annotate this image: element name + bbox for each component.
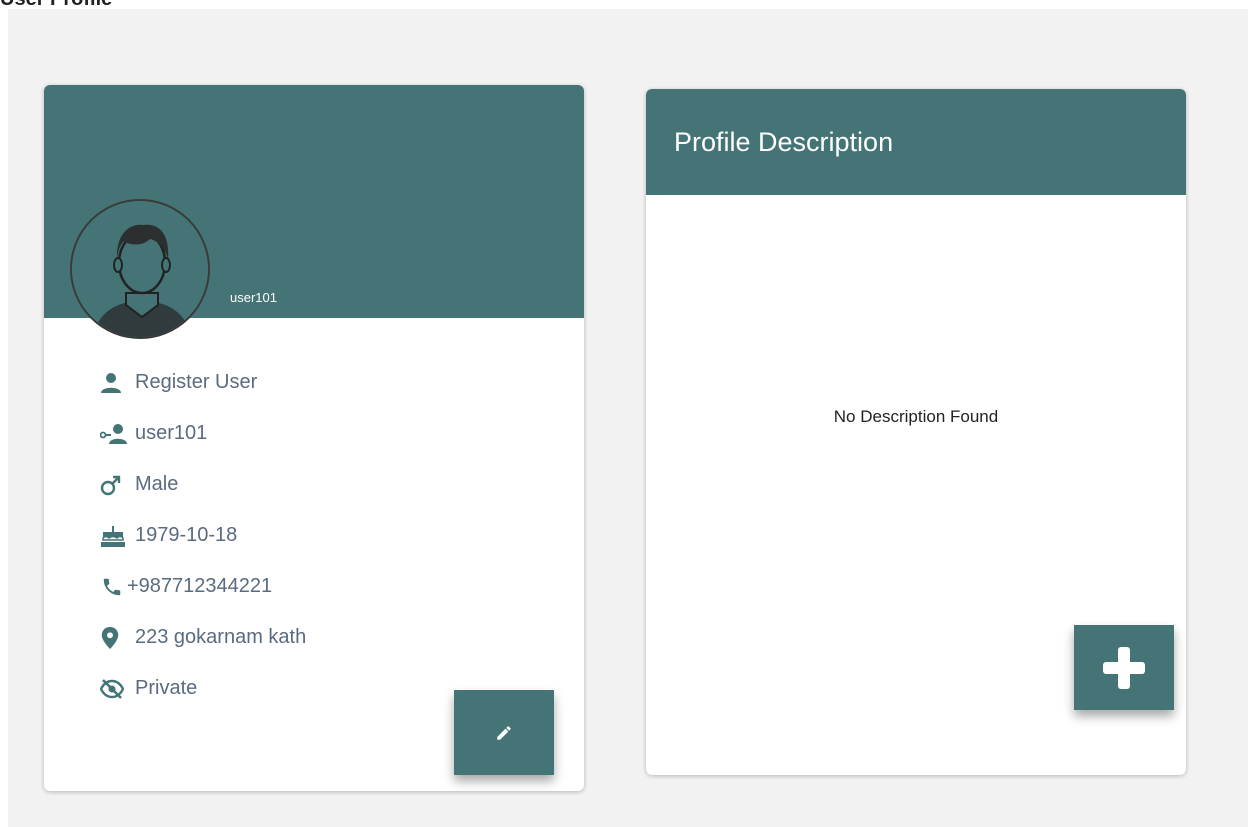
info-item-birthdate: 1979-10-18 [100, 510, 306, 561]
info-item-address: 223 gokarnam kath [100, 612, 306, 663]
info-item-username: user101 [100, 408, 306, 459]
avatar [70, 199, 210, 339]
cake-icon [100, 524, 130, 548]
description-header: Profile Description [646, 89, 1186, 195]
description-card: Profile Description No Description Found [646, 89, 1186, 775]
info-item-label: user101 [135, 422, 208, 444]
profile-card: user101 Register User user101 Male 1979-… [44, 85, 584, 791]
description-title: Profile Description [674, 127, 894, 157]
info-item-label: Private [135, 677, 198, 699]
info-item-gender: Male [100, 459, 306, 510]
info-item-label: Register User [135, 371, 258, 393]
content-panel: user101 Register User user101 Male 1979-… [8, 9, 1248, 827]
phone-icon [100, 575, 130, 599]
profile-username-tag: user101 [230, 290, 277, 305]
info-item-label: Male [135, 473, 179, 495]
pencil-icon [497, 725, 511, 740]
add-description-button[interactable] [1074, 625, 1174, 710]
info-item-visibility: Private [100, 663, 306, 714]
plus-icon [1103, 646, 1145, 689]
location-pin-icon [100, 626, 130, 650]
eye-off-icon [100, 677, 130, 701]
info-item-role: Register User [100, 357, 306, 408]
info-item-label: 223 gokarnam kath [135, 626, 307, 648]
empty-description-text: No Description Found [833, 407, 999, 426]
info-item-phone: +987712344221 [100, 561, 306, 612]
info-item-label: 1979-10-18 [135, 524, 238, 546]
avatar-user-icon [72, 201, 208, 337]
user-key-icon [100, 422, 130, 446]
profile-info-list: Register User user101 Male 1979-10-18 +9… [100, 357, 306, 714]
person-icon [100, 371, 130, 395]
male-icon [100, 473, 130, 497]
info-item-label: +987712344221 [127, 575, 273, 597]
edit-profile-button[interactable] [454, 690, 554, 775]
